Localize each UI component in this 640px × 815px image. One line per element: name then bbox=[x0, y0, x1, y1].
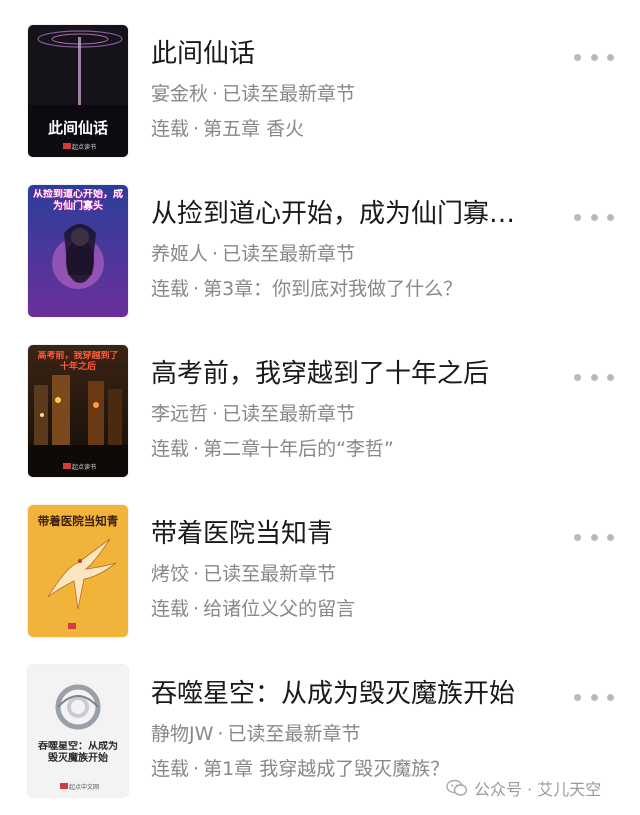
separator: · bbox=[193, 758, 200, 780]
book-title[interactable]: 高考前，我穿越到了十年之后 bbox=[151, 357, 556, 391]
latest-chapter[interactable]: 给诸位义父的留言 bbox=[203, 598, 355, 620]
book-title[interactable]: 吞噬星空：从成为毁灭魔族开始 bbox=[151, 677, 556, 711]
more-options-button[interactable] bbox=[574, 529, 614, 545]
more-options-button[interactable] bbox=[574, 209, 614, 225]
separator: · bbox=[193, 278, 200, 300]
book-cover[interactable]: 高考前，我穿越到了十年之后 起点读书 bbox=[28, 345, 128, 477]
book-meta: 静物JW · 已读至最新章节 bbox=[151, 721, 556, 747]
read-status: 已读至最新章节 bbox=[203, 563, 337, 585]
book-author: 静物JW bbox=[151, 723, 214, 745]
separator: · bbox=[193, 563, 200, 585]
book-author: 烤饺 bbox=[151, 563, 190, 585]
separator: · bbox=[193, 598, 200, 620]
book-cover[interactable]: 此间仙话 起点读书 bbox=[28, 25, 128, 157]
serial-status: 连载 bbox=[151, 278, 190, 300]
book-meta: 养姬人 · 已读至最新章节 bbox=[151, 241, 556, 267]
read-status: 已读至最新章节 bbox=[222, 83, 356, 105]
book-cover[interactable]: 从捡到道心开始，成为仙门寡头 bbox=[28, 185, 128, 317]
book-cover-image: 带着医院当知青 bbox=[28, 505, 128, 637]
svg-text:起点读书: 起点读书 bbox=[72, 143, 96, 151]
svg-text:起点读书: 起点读书 bbox=[72, 463, 96, 471]
book-cover[interactable]: 带着医院当知青 bbox=[28, 505, 128, 637]
book-meta: 宴金秋 · 已读至最新章节 bbox=[151, 81, 556, 107]
separator: · bbox=[212, 403, 219, 425]
book-meta: 李远哲 · 已读至最新章节 bbox=[151, 401, 556, 427]
book-update: 连载 · 第二章十年后的“李哲” bbox=[151, 436, 556, 462]
svg-text:带着医院当知青: 带着医院当知青 bbox=[38, 514, 119, 528]
separator: · bbox=[212, 243, 219, 265]
latest-chapter[interactable]: 第二章十年后的“李哲” bbox=[203, 438, 394, 460]
separator: · bbox=[193, 118, 200, 140]
svg-text:起点中文网: 起点中文网 bbox=[69, 783, 99, 791]
ellipsis-icon bbox=[574, 213, 581, 221]
ellipsis-icon bbox=[574, 373, 581, 381]
read-status: 已读至最新章节 bbox=[222, 243, 356, 265]
watermark: 公众号 · 艾儿天空 bbox=[446, 776, 601, 800]
serial-status: 连载 bbox=[151, 438, 190, 460]
latest-chapter[interactable]: 第3章：你到底对我做了什么？ bbox=[203, 278, 462, 300]
ellipsis-icon bbox=[574, 53, 581, 61]
serial-status: 连载 bbox=[151, 758, 190, 780]
book-update: 连载 · 给诸位义父的留言 bbox=[151, 596, 556, 622]
separator: · bbox=[212, 83, 219, 105]
more-options-button[interactable] bbox=[574, 369, 614, 385]
read-status: 已读至最新章节 bbox=[227, 723, 361, 745]
book-title[interactable]: 带着医院当知青 bbox=[151, 517, 556, 551]
watermark-text: 公众号 · 艾儿天空 bbox=[474, 780, 602, 799]
book-update: 连载 · 第五章 香火 bbox=[151, 116, 556, 142]
book-author: 李远哲 bbox=[151, 403, 209, 425]
serial-status: 连载 bbox=[151, 598, 190, 620]
book-cover-image: 此间仙话 起点读书 bbox=[28, 25, 128, 157]
more-options-button[interactable] bbox=[574, 49, 614, 65]
book-cover-image: 从捡到道心开始，成为仙门寡头 bbox=[28, 185, 128, 317]
read-status: 已读至最新章节 bbox=[222, 403, 356, 425]
more-options-button[interactable] bbox=[574, 689, 614, 705]
separator: · bbox=[193, 438, 200, 460]
latest-chapter[interactable]: 第1章 我穿越成了毁灭魔族？ bbox=[203, 758, 449, 780]
book-cover-image: 高考前，我穿越到了十年之后 起点读书 bbox=[28, 345, 128, 477]
wechat-icon bbox=[446, 779, 468, 796]
book-author: 宴金秋 bbox=[151, 83, 209, 105]
book-cover-image: 吞噬星空：从成为毁灭魔族开始 起点中文网 bbox=[28, 665, 128, 797]
book-author: 养姬人 bbox=[151, 243, 209, 265]
svg-text:此间仙话: 此间仙话 bbox=[48, 119, 108, 137]
serial-status: 连载 bbox=[151, 118, 190, 140]
list-item[interactable]: 此间仙话 起点读书 此间仙话 宴金秋 · 已读至最新章节 连载 · 第五章 香火 bbox=[0, 25, 640, 175]
list-item[interactable]: 从捡到道心开始，成为仙门寡头 从捡到道心开始，成为仙门寡… 养姬人 · 已读至最新章… bbox=[0, 185, 640, 335]
separator: · bbox=[217, 723, 224, 745]
ellipsis-icon bbox=[574, 693, 581, 701]
book-cover[interactable]: 吞噬星空：从成为毁灭魔族开始 起点中文网 bbox=[28, 665, 128, 797]
list-item[interactable]: 带着医院当知青 带着医院当知青 烤饺 · 已读至最新章节 连载 · 给诸位义父的留言 bbox=[0, 505, 640, 655]
latest-chapter[interactable]: 第五章 香火 bbox=[203, 118, 304, 140]
book-update: 连载 · 第3章：你到底对我做了什么？ bbox=[151, 276, 556, 302]
book-meta: 烤饺 · 已读至最新章节 bbox=[151, 561, 556, 587]
list-item[interactable]: 高考前，我穿越到了十年之后 起点读书 高考前，我穿越到了十年之后 李远哲 · 已读至… bbox=[0, 345, 640, 495]
ellipsis-icon bbox=[574, 533, 581, 541]
book-title[interactable]: 从捡到道心开始，成为仙门寡… bbox=[151, 197, 556, 231]
book-title[interactable]: 此间仙话 bbox=[151, 37, 556, 71]
